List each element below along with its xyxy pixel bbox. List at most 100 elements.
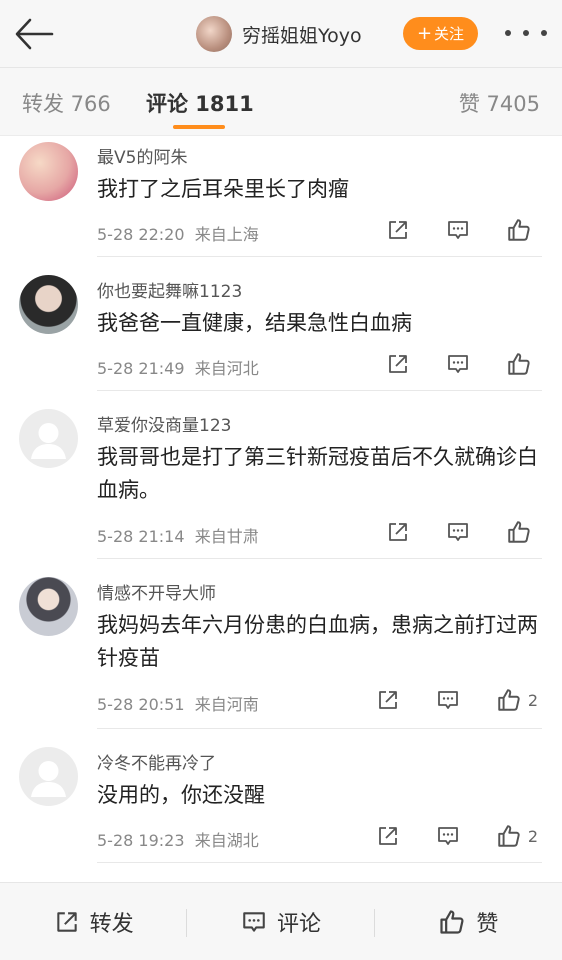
comment-item: 草爱你没商量123 我哥哥也是打了第三针新冠疫苗后不久就确诊白血病。 5-28 … bbox=[0, 391, 562, 559]
avatar[interactable] bbox=[19, 409, 78, 468]
share-button[interactable] bbox=[386, 518, 410, 546]
more-dots-icon bbox=[523, 30, 529, 36]
follow-label: 关注 bbox=[434, 25, 465, 43]
share-icon bbox=[378, 827, 397, 845]
commenter-name[interactable]: 情感不开导大师 bbox=[97, 579, 216, 604]
share-button[interactable] bbox=[386, 350, 410, 378]
reply-button[interactable] bbox=[446, 518, 470, 546]
comment-label: 评论 bbox=[276, 911, 321, 937]
comment-item: 你也要起舞嘛1123 我爸爸一直健康，结果急性白血病 5-28 21:49 来自… bbox=[0, 257, 562, 391]
share-icon bbox=[389, 221, 407, 239]
comment-item: 最V5的阿朱 我打了之后耳朵里长了肉瘤 5-28 22:20 来自上海 bbox=[0, 137, 562, 257]
share-button[interactable] bbox=[376, 686, 400, 714]
comment-time: 5-28 21:14 bbox=[97, 527, 185, 546]
comment-location: 来自甘肃 bbox=[194, 527, 259, 546]
comment-meta: 5-28 21:49 来自河北 bbox=[97, 355, 259, 379]
comment-text: 我爸爸一直健康，结果急性白血病 bbox=[97, 311, 412, 335]
comment-text: 没用的，你还没醒 bbox=[97, 783, 265, 807]
comment-location: 来自河北 bbox=[194, 359, 259, 378]
tab-forward[interactable]: 转发 766 bbox=[22, 88, 111, 118]
comment-actions bbox=[386, 518, 538, 546]
comment-icon bbox=[448, 355, 468, 373]
comment-location: 来自河南 bbox=[194, 695, 259, 714]
comment-actions: 2 bbox=[376, 822, 538, 850]
like-count: 2 bbox=[527, 690, 538, 710]
commenter-name[interactable]: 你也要起舞嘛1123 bbox=[97, 277, 242, 302]
comment-text: 我打了之后耳朵里长了肉瘤 bbox=[97, 177, 349, 201]
more-dots-icon bbox=[505, 30, 511, 36]
comment-icon bbox=[448, 523, 468, 541]
like-button[interactable] bbox=[506, 216, 538, 244]
divider bbox=[97, 862, 542, 863]
share-icon bbox=[56, 911, 77, 932]
avatar[interactable] bbox=[19, 142, 78, 201]
author-avatar[interactable] bbox=[196, 16, 232, 52]
comment-icon bbox=[437, 691, 458, 709]
author-name[interactable]: 穷摇姐姐Yoyo bbox=[242, 21, 362, 48]
avatar[interactable] bbox=[19, 747, 78, 806]
comment-time: 5-28 19:23 bbox=[97, 831, 185, 850]
share-button[interactable] bbox=[386, 216, 410, 244]
like-button[interactable]: 赞 bbox=[375, 883, 562, 960]
default-avatar-icon bbox=[31, 423, 66, 459]
like-button[interactable] bbox=[506, 518, 538, 546]
commenter-name[interactable]: 最V5的阿朱 bbox=[97, 143, 187, 168]
comment-actions bbox=[386, 216, 538, 244]
avatar[interactable] bbox=[19, 577, 78, 636]
comment-item: 冷冬不能再冷了 没用的，你还没醒 5-28 19:23 来自湖北 2 bbox=[0, 729, 562, 863]
comment-item: 情感不开导大师 我妈妈去年六月份患的白血病，患病之前打过两针疫苗 5-28 20… bbox=[0, 559, 562, 729]
comment-actions bbox=[386, 350, 538, 378]
thumbs-up-icon bbox=[508, 353, 530, 375]
like-count: 2 bbox=[527, 826, 538, 846]
thumbs-up-icon bbox=[508, 521, 530, 543]
plus-icon: + bbox=[416, 22, 433, 44]
like-button[interactable]: 2 bbox=[496, 822, 538, 850]
tab-bar: 转发 766 评论 1811 赞 7405 bbox=[0, 68, 562, 136]
reply-button[interactable] bbox=[436, 686, 460, 714]
tab-like[interactable]: 赞 7405 bbox=[459, 88, 540, 118]
reply-button[interactable] bbox=[446, 350, 470, 378]
forward-button[interactable]: 转发 bbox=[0, 883, 188, 960]
share-icon bbox=[378, 691, 397, 709]
comment-location: 来自上海 bbox=[194, 225, 259, 244]
like-button[interactable]: 2 bbox=[496, 686, 538, 714]
share-button[interactable] bbox=[376, 822, 400, 850]
share-icon bbox=[389, 523, 407, 541]
comment-location: 来自湖北 bbox=[194, 831, 259, 850]
comment-text: 我妈妈去年六月份患的白血病，患病之前打过两针疫苗 bbox=[97, 613, 538, 670]
more-button[interactable] bbox=[505, 30, 547, 38]
arrow-left-icon bbox=[15, 18, 54, 50]
thumbs-up-icon bbox=[440, 909, 464, 934]
comment-time: 5-28 22:20 bbox=[97, 225, 185, 244]
back-button[interactable] bbox=[12, 14, 56, 54]
bottom-action-bar: 转发 评论 赞 bbox=[0, 882, 562, 960]
comment-text: 我哥哥也是打了第三针新冠疫苗后不久就确诊白血病。 bbox=[97, 445, 538, 502]
tab-comment[interactable]: 评论 1811 bbox=[146, 92, 254, 116]
comment-button[interactable]: 评论 bbox=[187, 883, 375, 960]
active-tab-indicator bbox=[173, 125, 225, 129]
forward-label: 转发 bbox=[89, 911, 134, 937]
comment-meta: 5-28 20:51 来自河南 bbox=[97, 691, 259, 715]
reply-button[interactable] bbox=[446, 216, 470, 244]
commenter-name[interactable]: 草爱你没商量123 bbox=[97, 411, 231, 436]
share-icon bbox=[389, 355, 407, 373]
default-avatar-icon bbox=[31, 761, 66, 797]
follow-button[interactable]: + 关注 bbox=[403, 17, 478, 50]
thumbs-up-icon bbox=[508, 219, 530, 241]
thumbs-up-icon bbox=[498, 689, 520, 711]
comment-time: 5-28 20:51 bbox=[97, 695, 185, 714]
author-info[interactable]: 穷摇姐姐Yoyo bbox=[196, 15, 362, 53]
comment-icon bbox=[448, 221, 468, 239]
like-button[interactable] bbox=[506, 350, 538, 378]
reply-button[interactable] bbox=[436, 822, 460, 850]
comment-icon bbox=[243, 911, 265, 932]
avatar[interactable] bbox=[19, 275, 78, 334]
comment-actions: 2 bbox=[376, 686, 538, 714]
comment-list: 最V5的阿朱 我打了之后耳朵里长了肉瘤 5-28 22:20 来自上海 你也要起… bbox=[0, 137, 562, 863]
comment-meta: 5-28 21:14 来自甘肃 bbox=[97, 523, 259, 547]
commenter-name[interactable]: 冷冬不能再冷了 bbox=[97, 749, 216, 774]
thumbs-up-icon bbox=[498, 825, 520, 847]
comment-icon bbox=[437, 827, 458, 845]
top-bar: 穷摇姐姐Yoyo + 关注 bbox=[0, 0, 562, 68]
more-dots-icon bbox=[541, 30, 547, 36]
